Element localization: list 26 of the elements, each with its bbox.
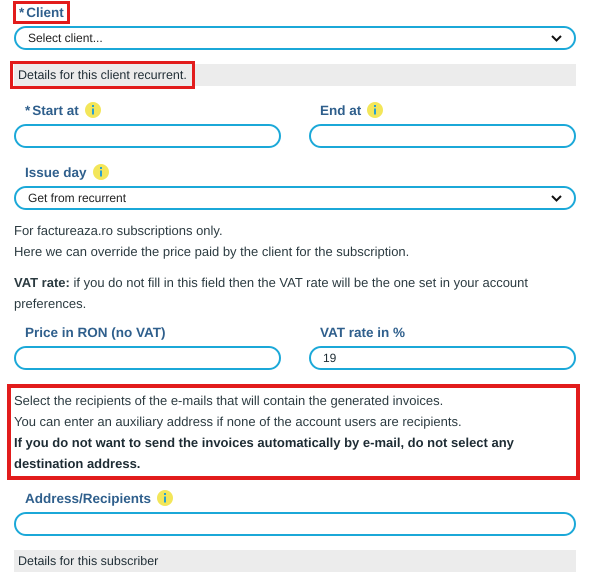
input-field[interactable] <box>14 124 281 148</box>
input-field[interactable] <box>14 346 281 370</box>
note-text: If you do not want to send the invoices automatically by e-mail, do not select any destination address. <box>14 434 515 473</box>
info-icon[interactable] <box>84 102 101 118</box>
dropdown-field[interactable]: Select client... <box>14 26 576 50</box>
note-text: You can enter an auxiliary address if none of the account users are recipients. <box>14 413 463 431</box>
section-title: Details for this subscriber <box>17 553 160 570</box>
field-label: *Start at <box>25 102 79 118</box>
field-label: VAT rate in % <box>320 324 406 340</box>
field-label: End at <box>320 102 362 118</box>
field-label: Issue day <box>25 164 87 180</box>
note-text: VAT rate: if you do not fill in this field then the VAT rate will be the one set in your account preferences. <box>14 274 530 313</box>
field-label: Price in RON (no VAT) <box>25 324 166 340</box>
note-text: For factureaza.ro subscriptions only. <box>14 222 224 240</box>
info-icon[interactable] <box>92 164 109 180</box>
input-field[interactable]: 19 <box>309 346 576 370</box>
info-icon[interactable] <box>157 490 174 506</box>
note-text: Select the recipients of the e-mails that will contain the generated invoices. <box>14 392 444 410</box>
info-icon[interactable] <box>367 102 384 118</box>
chevron-down-icon <box>551 34 562 42</box>
chevron-down-icon <box>551 194 562 202</box>
field-label: Address/Recipients <box>25 490 152 506</box>
input-field[interactable] <box>14 512 576 536</box>
input-field[interactable] <box>309 124 576 148</box>
dropdown-field[interactable]: Get from recurrent <box>14 186 576 210</box>
note-text: Here we can override the price paid by the client for the subscription. <box>14 243 410 261</box>
